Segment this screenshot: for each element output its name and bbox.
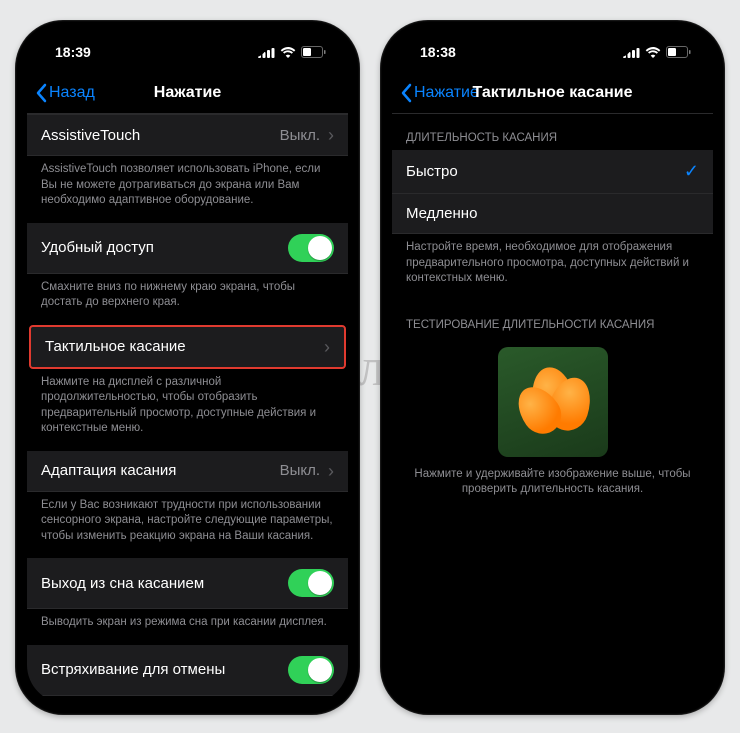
settings-list[interactable]: AssistiveTouch Выкл. › AssistiveTouch поз… — [27, 114, 348, 703]
row-label: Выход из сна касанием — [41, 575, 204, 592]
notch — [108, 32, 268, 58]
toggle-switch[interactable] — [288, 656, 334, 684]
row-footer: Смахните вниз по нижнему краю экрана, чт… — [27, 274, 348, 325]
row-shake-to-undo[interactable]: Встряхивание для отмены — [27, 645, 348, 696]
row-value: Выкл. — [280, 127, 320, 144]
row-footer: Нажмите на дисплей с различной продолжит… — [27, 369, 348, 451]
phone-left: 18:39 Назад Нажатие AssistiveTouch Выкл.… — [15, 20, 360, 715]
row-label: Тактильное касание — [45, 338, 186, 355]
chevron-right-icon: › — [328, 126, 334, 144]
battery-icon — [666, 46, 691, 58]
checkmark-icon: ✓ — [684, 161, 699, 182]
row-label: AssistiveTouch — [41, 127, 140, 144]
status-time: 18:39 — [55, 44, 91, 60]
toggle-switch[interactable] — [288, 234, 334, 262]
section-header: ДЛИТЕЛЬНОСТЬ КАСАНИЯ — [392, 114, 713, 150]
status-indicators — [258, 46, 326, 58]
row-footer: Выводить экран из режима сна при касании… — [27, 609, 348, 645]
wifi-icon — [645, 47, 661, 58]
chevron-left-icon — [35, 83, 47, 103]
test-image-container — [392, 337, 713, 461]
row-label: Удобный доступ — [41, 239, 154, 256]
row-assistivetouch[interactable]: AssistiveTouch Выкл. › — [27, 114, 348, 156]
notch — [473, 32, 633, 58]
settings-list[interactable]: ДЛИТЕЛЬНОСТЬ КАСАНИЯ Быстро ✓ Медленно Н… — [392, 114, 713, 703]
section-footer: Нажмите и удерживайте изображение выше, … — [392, 461, 713, 512]
row-touch-accommodations[interactable]: Адаптация касания Выкл. › — [27, 451, 348, 492]
row-value: Выкл. — [280, 462, 320, 479]
row-label: Адаптация касания — [41, 462, 176, 479]
option-label: Быстро — [406, 163, 458, 180]
row-footer: Если у Вас возникают трудности при испол… — [27, 492, 348, 559]
chevron-left-icon — [400, 83, 412, 103]
back-label: Нажатие — [414, 84, 479, 102]
option-label: Медленно — [406, 205, 477, 222]
back-button[interactable]: Нажатие — [392, 83, 479, 103]
toggle-switch[interactable] — [288, 569, 334, 597]
row-reachability[interactable]: Удобный доступ — [27, 223, 348, 274]
row-tap-to-wake[interactable]: Выход из сна касанием — [27, 558, 348, 609]
wifi-icon — [280, 47, 296, 58]
back-label: Назад — [49, 84, 95, 102]
status-indicators — [623, 46, 691, 58]
row-label: Встряхивание для отмены — [41, 661, 225, 678]
row-footer: Если Вы часто встряхиваете iPhone случай… — [27, 696, 348, 703]
nav-bar: Назад Нажатие — [27, 72, 348, 114]
row-footer: AssistiveTouch позволяет использовать iP… — [27, 156, 348, 223]
section-header: ТЕСТИРОВАНИЕ ДЛИТЕЛЬНОСТИ КАСАНИЯ — [392, 301, 713, 337]
option-fast[interactable]: Быстро ✓ — [392, 150, 713, 194]
chevron-right-icon: › — [324, 338, 330, 356]
phone-right: 18:38 Нажатие Тактильное касание ДЛИТЕЛЬ… — [380, 20, 725, 715]
battery-icon — [301, 46, 326, 58]
row-haptic-touch[interactable]: Тактильное касание › — [29, 325, 346, 369]
chevron-right-icon: › — [328, 462, 334, 480]
nav-bar: Нажатие Тактильное касание — [392, 72, 713, 114]
test-image[interactable] — [498, 347, 608, 457]
option-slow[interactable]: Медленно — [392, 194, 713, 234]
back-button[interactable]: Назад — [27, 83, 95, 103]
status-time: 18:38 — [420, 44, 456, 60]
section-footer: Настройте время, необходимое для отображ… — [392, 234, 713, 301]
